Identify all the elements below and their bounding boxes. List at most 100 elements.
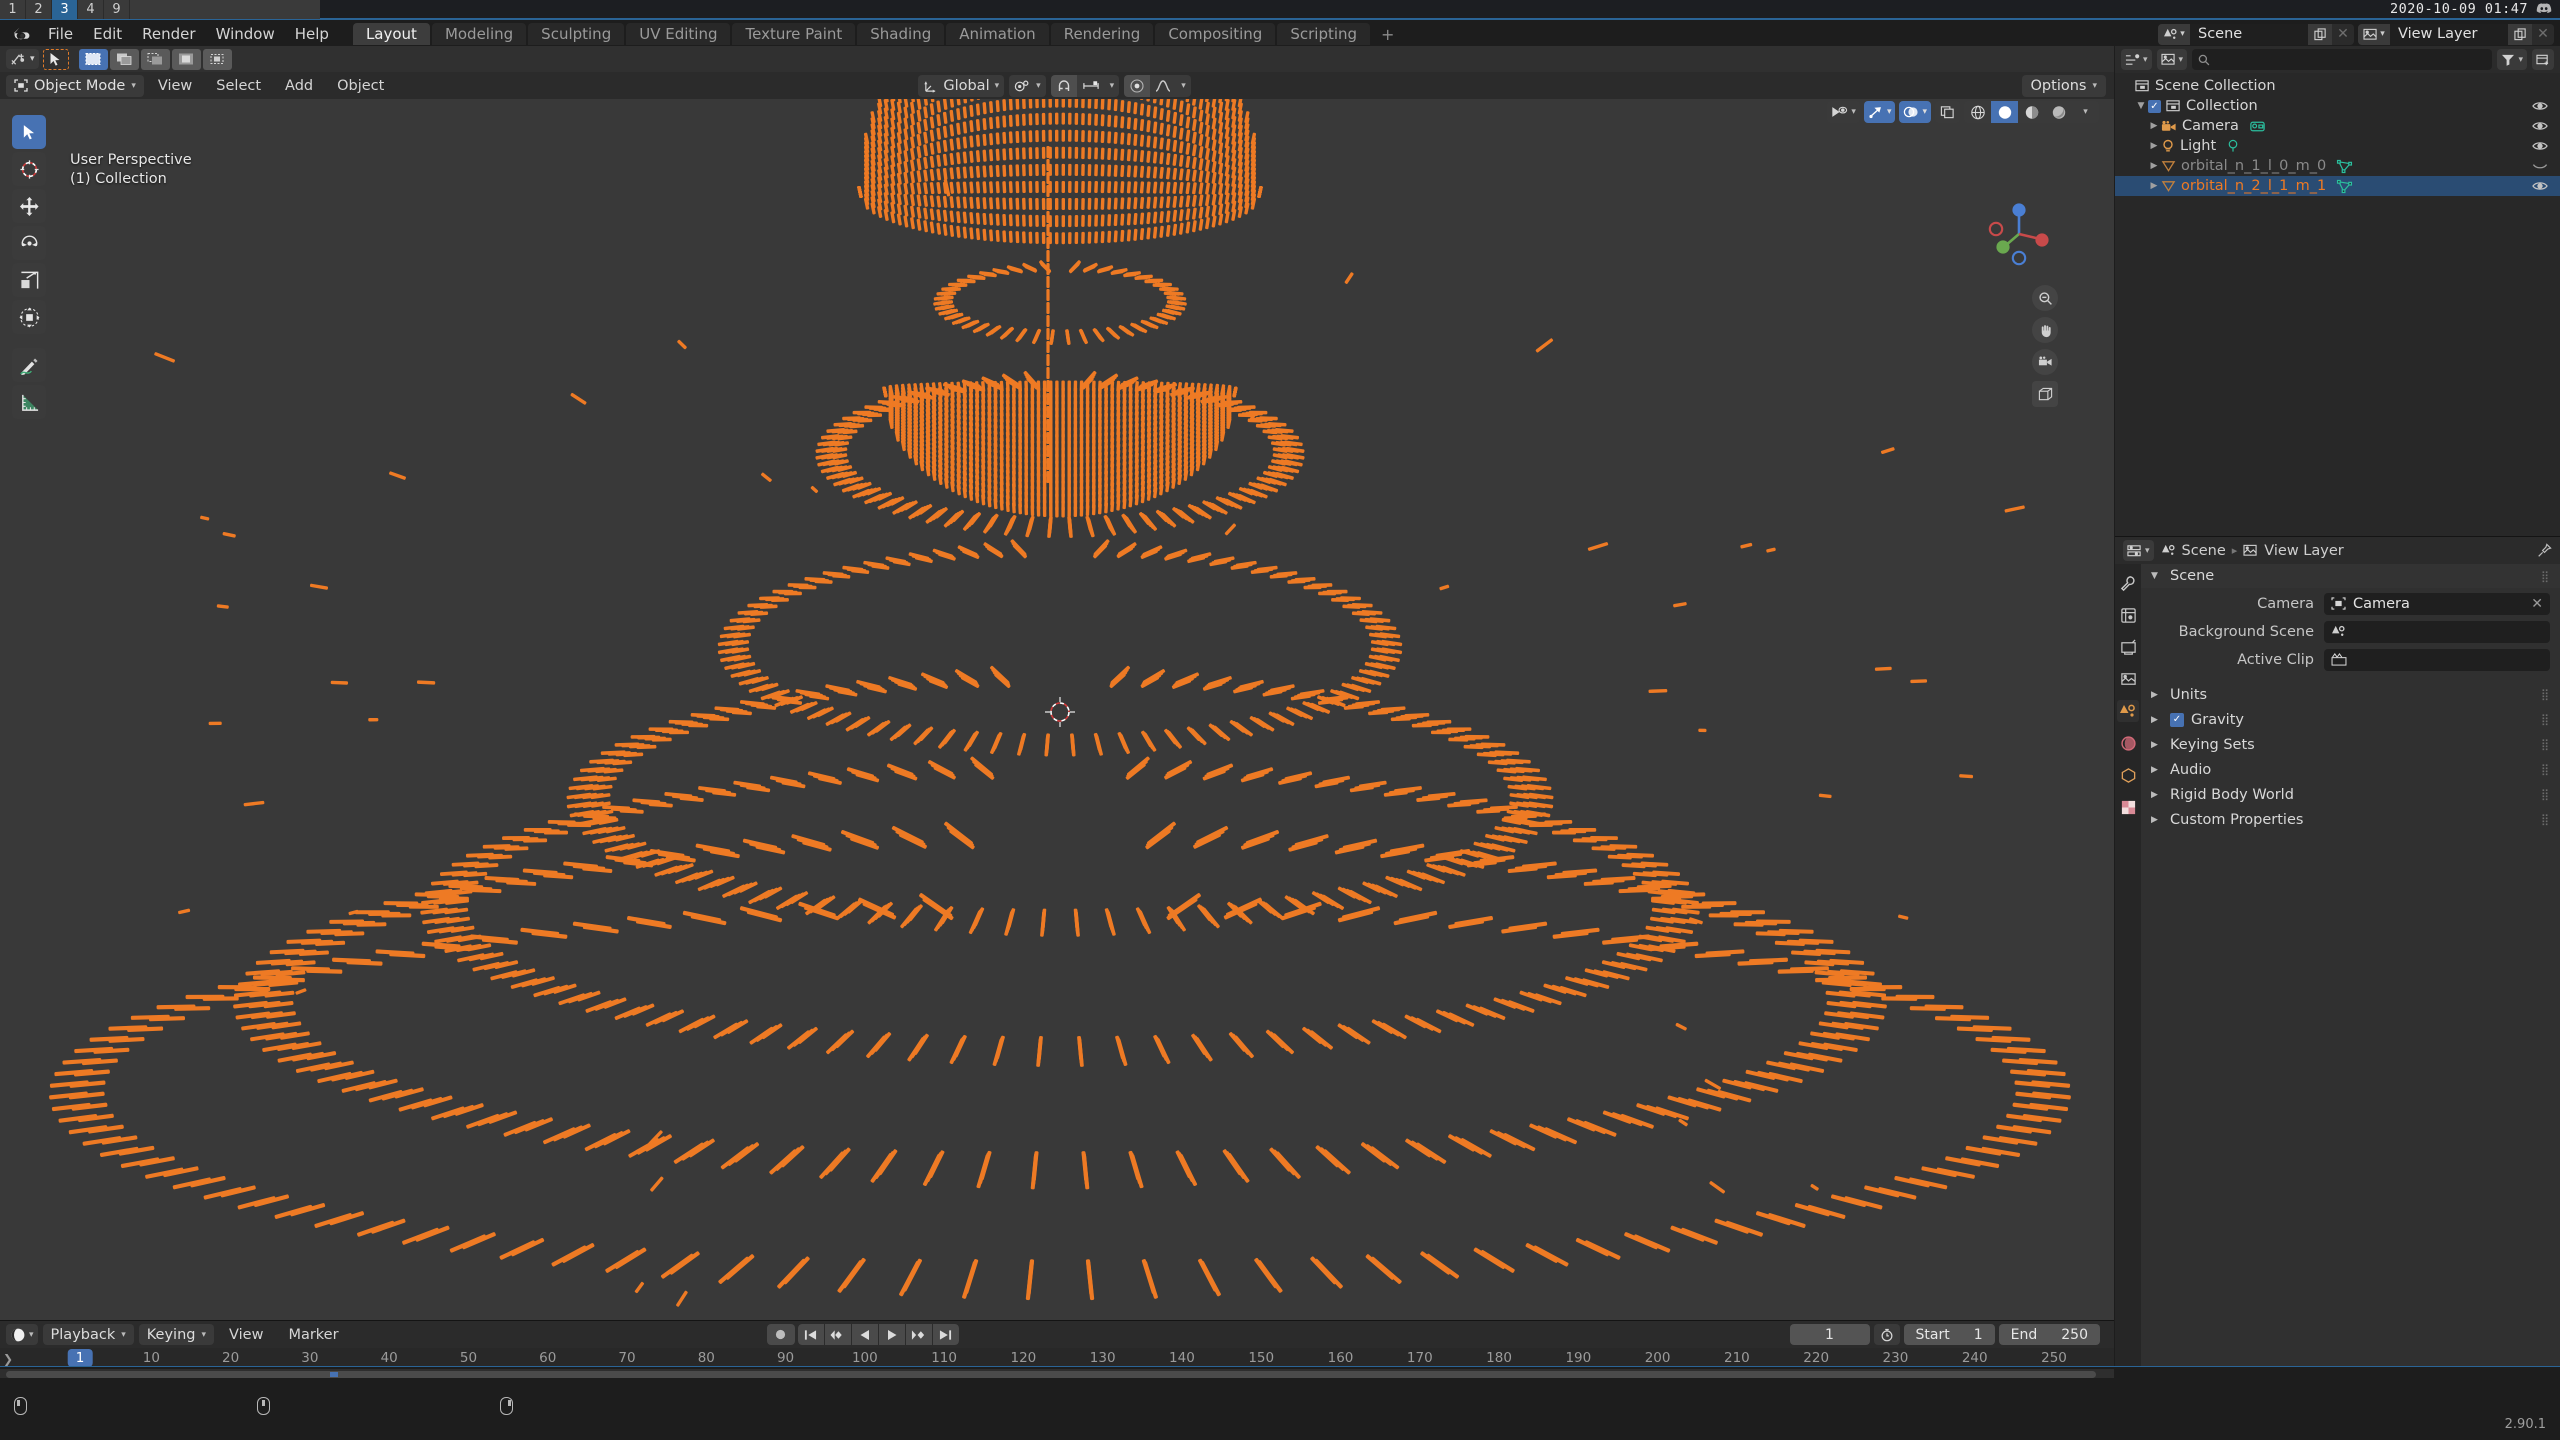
- outliner-collection-checkbox[interactable]: ✓: [2148, 99, 2161, 113]
- shading-dropdown-arrow[interactable]: ▾: [2072, 101, 2099, 123]
- os-workspace-tags[interactable]: 1 2 3 4 9: [0, 0, 130, 19]
- scene-icon[interactable]: ▾: [2158, 23, 2190, 45]
- outliner-camera-data-icon[interactable]: [2249, 119, 2266, 133]
- timeline-sidebar-expand-icon[interactable]: ❯: [3, 1352, 13, 1366]
- subpanel-expand-triangle[interactable]: ▶: [2151, 740, 2163, 750]
- invert-select-icon[interactable]: [171, 48, 201, 70]
- jump-end-icon[interactable]: [932, 1324, 959, 1345]
- timeline-playhead-label[interactable]: 1: [67, 1349, 93, 1367]
- timeline-menu-view[interactable]: View: [219, 1327, 273, 1343]
- viewport-3d-canvas[interactable]: User Perspective (1) Collection: [0, 99, 2114, 1320]
- tweak-cursor-icon[interactable]: [42, 48, 69, 70]
- viewlayer-icon[interactable]: ▾: [2358, 23, 2390, 45]
- subpanel-expand-triangle[interactable]: ▶: [2151, 790, 2163, 800]
- outliner-row-scene-collection[interactable]: Scene Collection: [2115, 76, 2560, 96]
- scene-panel-header[interactable]: ▼ Scene ⣿: [2141, 564, 2560, 588]
- blender-logo-icon[interactable]: [8, 24, 34, 44]
- tab-modeling[interactable]: Modeling: [431, 23, 527, 45]
- snap-increment-icon[interactable]: [1076, 74, 1105, 97]
- world-tab-icon[interactable]: [2117, 732, 2139, 754]
- outliner-visibility-eye-icon[interactable]: [2532, 180, 2548, 192]
- tab-scripting[interactable]: Scripting: [1277, 23, 1371, 45]
- subpanel-gravity[interactable]: ▶ ✓ Gravity ⣿: [2141, 707, 2560, 732]
- xray-icon[interactable]: [1935, 101, 1960, 123]
- timeline-horizontal-scrollbar-track[interactable]: [0, 1369, 2114, 1378]
- pivot-point-dropdown[interactable]: ▾: [1009, 74, 1046, 97]
- overlays-icon[interactable]: ▾: [1899, 101, 1931, 123]
- tab-shading[interactable]: Shading: [857, 23, 945, 45]
- outliner-row-camera[interactable]: ▶ Camera: [2115, 116, 2560, 136]
- transform-tool-icon[interactable]: [12, 300, 46, 334]
- outliner-expand-triangle[interactable]: ▶: [2147, 161, 2161, 171]
- add-workspace-button[interactable]: +: [1372, 25, 1403, 44]
- outliner-visibility-eye-icon[interactable]: [2532, 140, 2548, 152]
- outliner-editor-type-button[interactable]: ▾: [2121, 49, 2152, 70]
- auto-keyframe-icon[interactable]: [1873, 1324, 1900, 1345]
- subpanel-units[interactable]: ▶ Units ⣿: [2141, 682, 2560, 707]
- outliner-display-mode-button[interactable]: ▾: [2156, 49, 2188, 70]
- measure-tool-icon[interactable]: [12, 385, 46, 419]
- tab-sculpting[interactable]: Sculpting: [528, 23, 625, 45]
- scene-selector[interactable]: ▾ Scene ✕: [2158, 23, 2354, 45]
- playback-dropdown[interactable]: Playback ▾: [42, 1324, 134, 1345]
- remove-viewlayer-button[interactable]: ✕: [2532, 23, 2554, 45]
- render-tab-icon[interactable]: [2117, 604, 2139, 626]
- viewlayer-tab-icon[interactable]: [2117, 668, 2139, 690]
- viewport-menu-object[interactable]: Object: [327, 75, 394, 97]
- subpanel-expand-triangle[interactable]: ▶: [2151, 815, 2163, 825]
- proportional-edit-icon[interactable]: [1124, 74, 1151, 97]
- outliner-expand-triangle[interactable]: ▼: [2134, 101, 2148, 111]
- pin-icon[interactable]: [2537, 543, 2552, 558]
- extend-select-icon[interactable]: [109, 48, 139, 70]
- subpanel-audio[interactable]: ▶ Audio ⣿: [2141, 757, 2560, 782]
- falloff-dropdown-arrow[interactable]: ▾: [1176, 74, 1191, 97]
- interaction-mode-dropdown[interactable]: Object Mode ▾: [6, 74, 144, 97]
- set-select-icon[interactable]: [78, 48, 108, 70]
- scene-tab-icon[interactable]: [2117, 700, 2139, 722]
- subpanel-enable-checkbox[interactable]: ✓: [2170, 712, 2184, 727]
- subpanel-expand-triangle[interactable]: ▶: [2151, 690, 2163, 700]
- texture-tab-icon[interactable]: [2117, 796, 2139, 818]
- move-tool-icon[interactable]: [12, 189, 46, 223]
- property-value-field[interactable]: [2324, 648, 2550, 671]
- timeline-editor-type-button[interactable]: ▾: [6, 1324, 38, 1345]
- property-value-field[interactable]: Camera ✕: [2324, 592, 2550, 615]
- scene-name-field[interactable]: Scene: [2190, 23, 2308, 45]
- outliner-row-orbital-n-1-l-0-m-0[interactable]: ▶ orbital_n_1_l_0_m_0: [2115, 156, 2560, 176]
- tweak-tool-icon[interactable]: [12, 115, 46, 149]
- viewport-menu-view[interactable]: View: [148, 75, 202, 97]
- menu-render[interactable]: Render: [132, 23, 205, 45]
- subtract-select-icon[interactable]: [140, 48, 170, 70]
- os-workspace-tag-4[interactable]: 4: [78, 0, 104, 19]
- frame-range-end[interactable]: End 250: [1998, 1324, 2100, 1345]
- material-preview-icon[interactable]: [2018, 101, 2045, 123]
- magnet-icon[interactable]: [1050, 74, 1077, 97]
- outliner-search-input[interactable]: [2192, 49, 2493, 70]
- viewport-menu-select[interactable]: Select: [206, 75, 271, 97]
- zoom-icon[interactable]: [2032, 285, 2058, 311]
- os-workspace-tag-2[interactable]: 2: [26, 0, 52, 19]
- tab-rendering[interactable]: Rendering: [1050, 23, 1154, 45]
- output-tab-icon[interactable]: [2117, 636, 2139, 658]
- property-value-field[interactable]: [2324, 620, 2550, 643]
- outliner-expand-triangle[interactable]: ▶: [2147, 141, 2161, 151]
- viewlayer-selector[interactable]: ▾ View Layer ✕: [2358, 23, 2554, 45]
- transform-orientation-dropdown[interactable]: Global ▾: [918, 74, 1005, 97]
- current-frame-field[interactable]: 1: [1789, 1324, 1870, 1345]
- gizmo-icon[interactable]: ▾: [1863, 101, 1896, 123]
- tool-tab-icon[interactable]: [2117, 572, 2139, 594]
- new-viewlayer-button[interactable]: [2508, 23, 2532, 45]
- subpanel-keying-sets[interactable]: ▶ Keying Sets ⣿: [2141, 732, 2560, 757]
- options-dropdown[interactable]: Options ▾: [2021, 74, 2106, 97]
- menu-file[interactable]: File: [38, 23, 83, 45]
- timeline-menu-marker[interactable]: Marker: [278, 1327, 348, 1343]
- rendered-icon[interactable]: [2045, 101, 2072, 123]
- wireframe-icon[interactable]: [1964, 101, 1991, 123]
- os-workspace-tag-1[interactable]: 1: [0, 0, 26, 19]
- record-icon[interactable]: [766, 1324, 795, 1345]
- cursor-add-dropdown[interactable]: ▾: [6, 49, 39, 69]
- outliner-mesh-data-icon[interactable]: [2336, 179, 2353, 194]
- outliner-row-orbital-n-2-l-1-m-1[interactable]: ▶ orbital_n_2_l_1_m_1: [2115, 176, 2560, 196]
- viewport-menu-add[interactable]: Add: [275, 75, 323, 97]
- tab-uv-editing[interactable]: UV Editing: [626, 23, 731, 45]
